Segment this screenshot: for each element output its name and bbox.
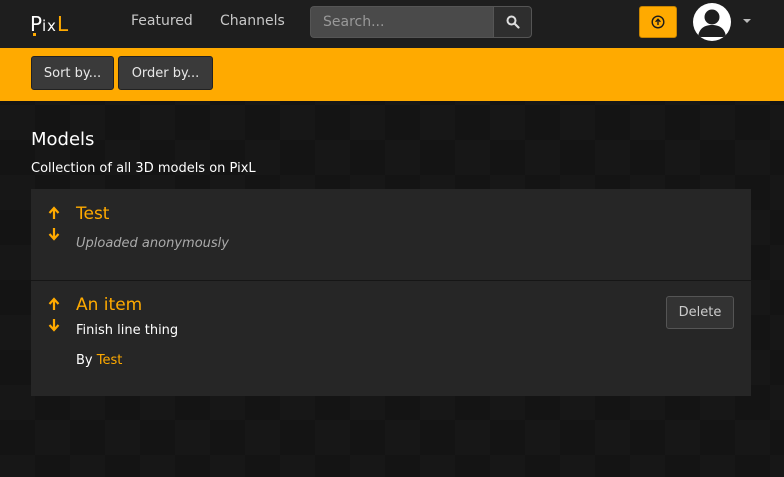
svg-text:L: L — [57, 12, 69, 36]
upload-button[interactable] — [639, 6, 677, 38]
list-item: Test Uploaded anonymously — [31, 189, 751, 280]
upvote-icon[interactable] — [47, 297, 61, 311]
item-title[interactable]: Test — [76, 204, 109, 224]
page-title: Models — [31, 129, 95, 150]
sort-by-button[interactable]: Sort by... — [31, 56, 114, 90]
pixl-logo[interactable]: P i x L — [29, 9, 73, 39]
nav-featured[interactable]: Featured — [131, 13, 193, 29]
downvote-icon[interactable] — [47, 318, 61, 332]
nav-channels[interactable]: Channels — [220, 13, 285, 29]
user-avatar-icon — [698, 9, 726, 37]
search-icon — [506, 15, 520, 29]
search-input[interactable] — [310, 6, 494, 38]
delete-button[interactable]: Delete — [666, 296, 734, 329]
svg-text:x: x — [47, 17, 56, 35]
top-navbar: P i x L Featured Channels — [0, 0, 784, 49]
page-description: Collection of all 3D models on PixL — [31, 161, 256, 176]
user-avatar[interactable] — [693, 3, 731, 41]
upvote-icon[interactable] — [47, 206, 61, 220]
order-by-button[interactable]: Order by... — [118, 56, 213, 90]
toolbar: Sort by... Order by... — [0, 48, 784, 101]
item-byline: By Test — [76, 353, 122, 368]
svg-text:i: i — [42, 17, 46, 35]
item-description: Finish line thing — [76, 323, 179, 338]
upload-icon — [651, 15, 665, 29]
chevron-down-icon[interactable] — [743, 19, 751, 23]
item-subtitle: Uploaded anonymously — [76, 236, 229, 251]
models-list: Test Uploaded anonymously An item Finish… — [31, 189, 751, 396]
downvote-icon[interactable] — [47, 227, 61, 241]
item-title[interactable]: An item — [76, 295, 142, 315]
byline-prefix: By — [76, 353, 93, 368]
svg-text:P: P — [30, 12, 42, 36]
search-button[interactable] — [493, 6, 532, 38]
author-link[interactable]: Test — [97, 353, 123, 368]
list-item: An item Finish line thing By Test Delete — [31, 280, 751, 396]
